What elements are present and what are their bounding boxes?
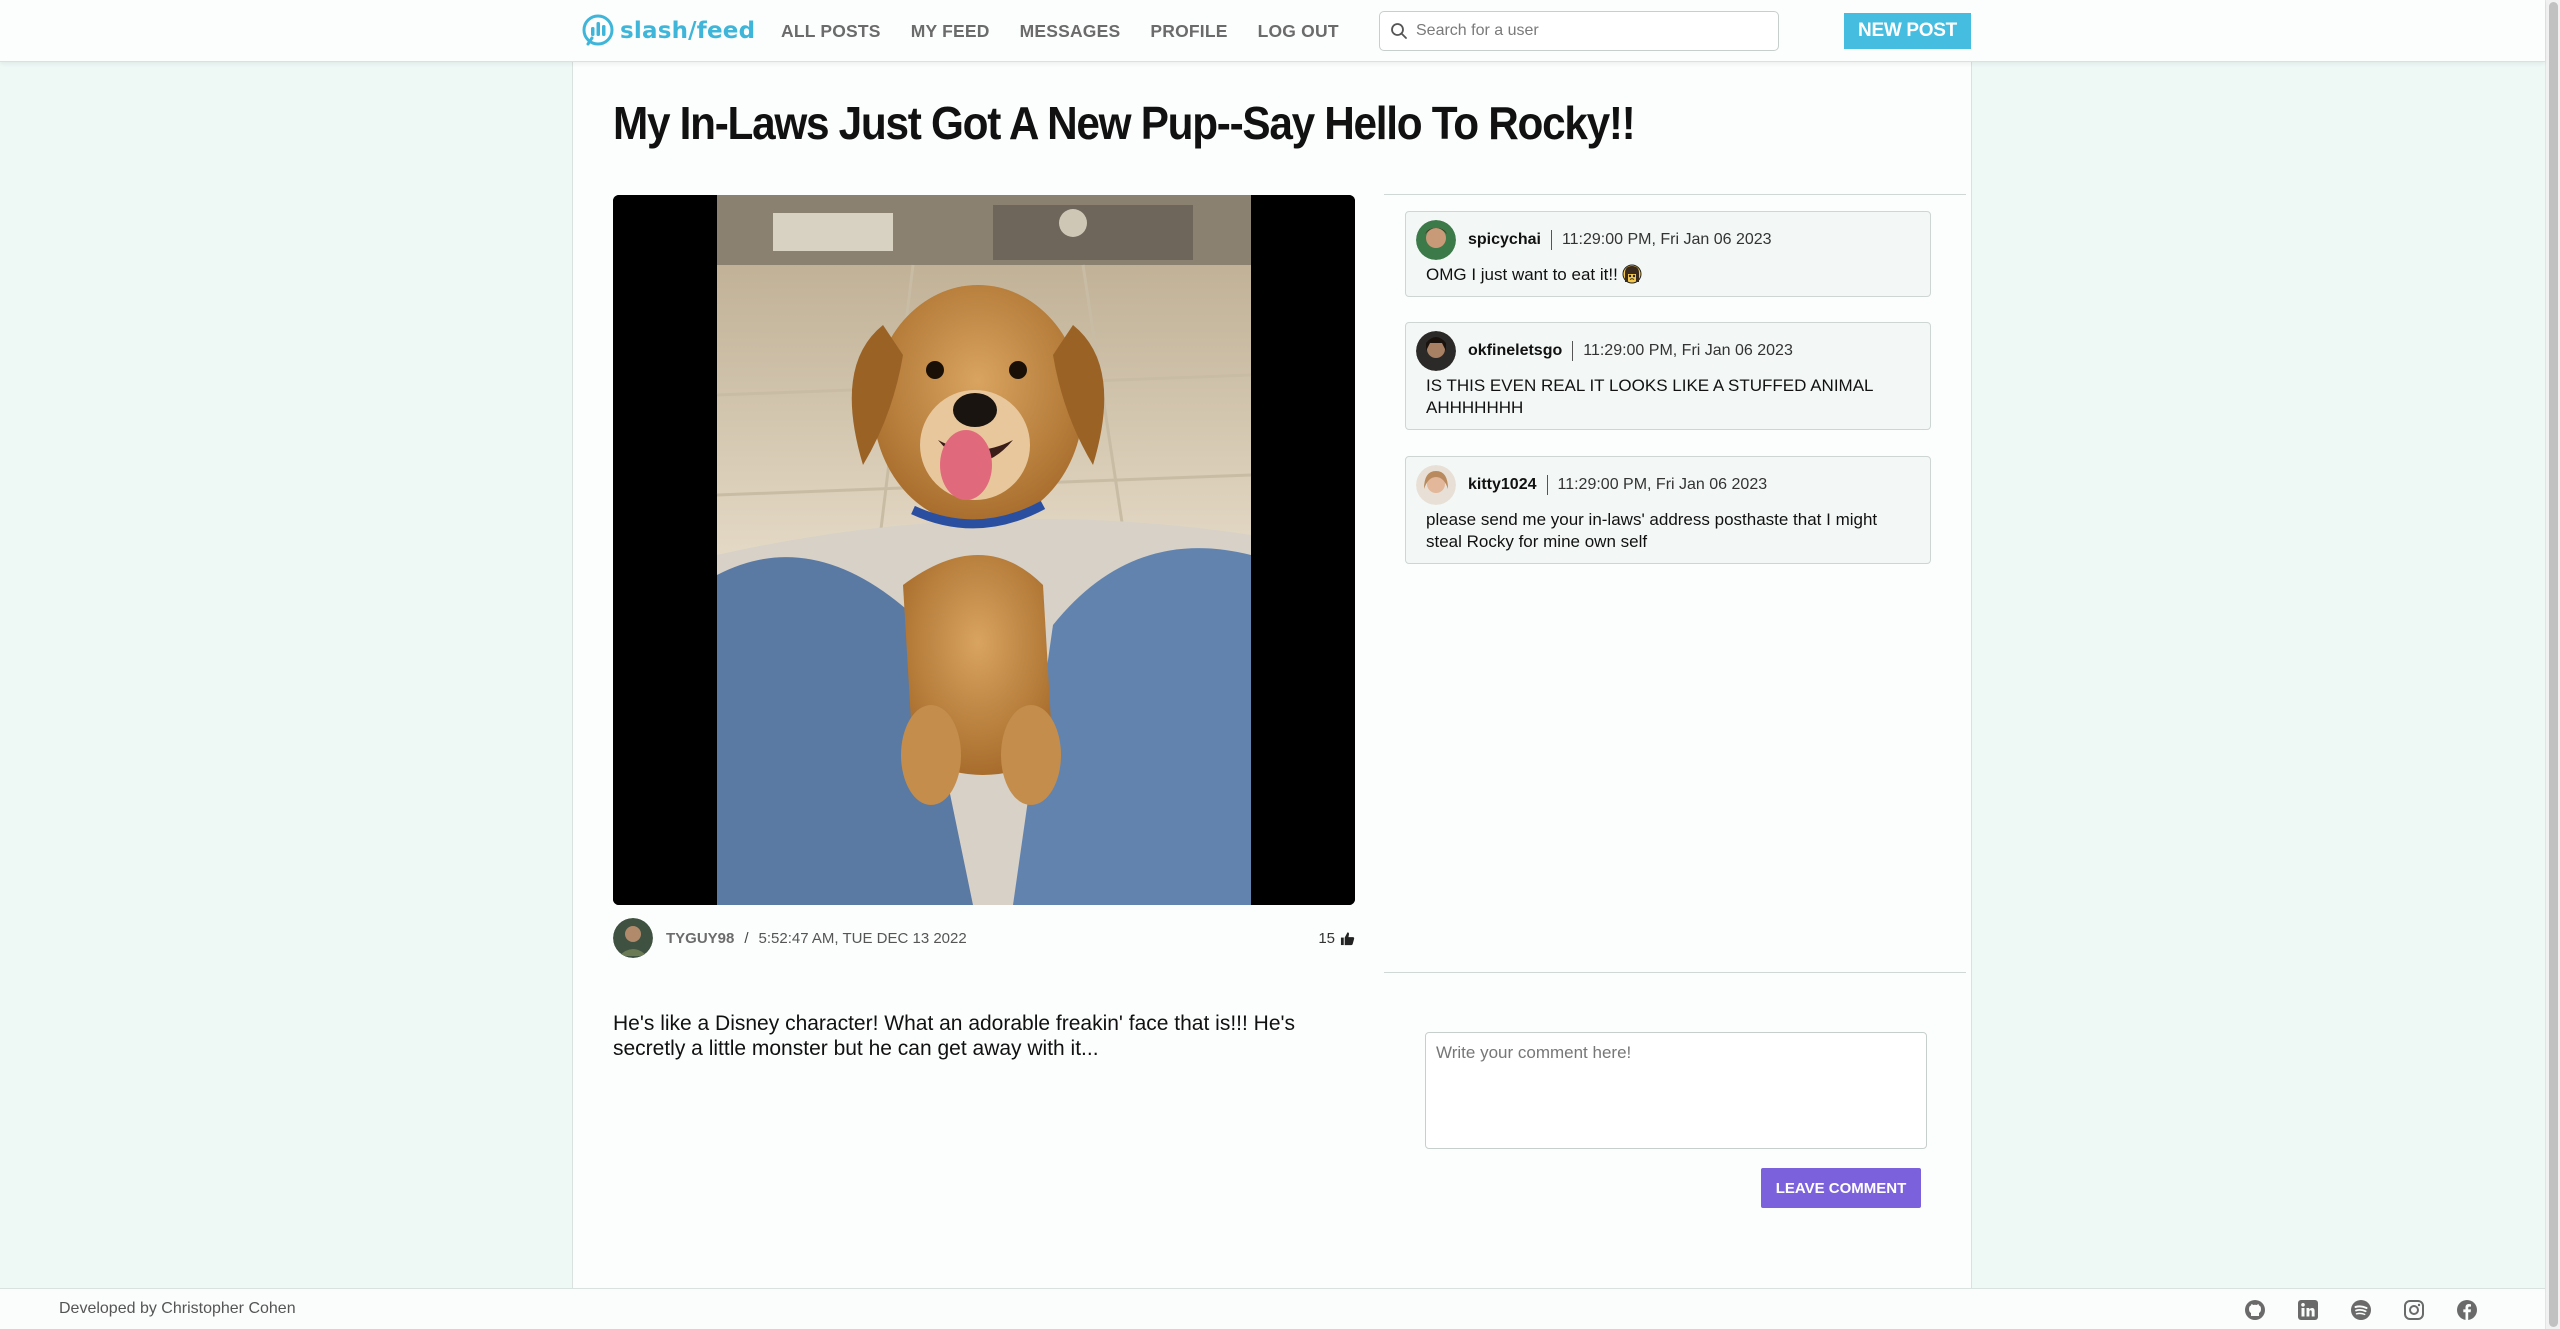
commenter-avatar[interactable] — [1416, 331, 1456, 371]
meta-separator: / — [744, 929, 749, 947]
post-meta: TYGUY98 / 5:52:47 AM, TUE DEC 13 2022 15 — [613, 918, 1355, 958]
instagram-icon[interactable] — [2403, 1299, 2425, 1321]
comment-card: kitty1024 11:29:00 PM, Fri Jan 06 2023 p… — [1405, 456, 1931, 564]
comment-header: spicychai 11:29:00 PM, Fri Jan 06 2023 — [1416, 220, 1910, 260]
nav-link-log-out[interactable]: LOG OUT — [1258, 21, 1339, 42]
comment-text: OMG I just want to eat it!! — [1426, 264, 1910, 286]
like-count: 15 — [1318, 929, 1335, 947]
comment-card: okfineletsgo 11:29:00 PM, Fri Jan 06 202… — [1405, 322, 1931, 430]
post-photo — [613, 195, 1355, 905]
pleading-face-icon — [1622, 264, 1642, 284]
logo-link[interactable]: slash/feed — [580, 12, 755, 50]
nav-link-profile[interactable]: PROFILE — [1150, 21, 1227, 42]
new-post-button[interactable]: NEW POST — [1844, 13, 1971, 49]
comment-text: IS THIS EVEN REAL IT LOOKS LIKE A STUFFE… — [1426, 376, 1873, 417]
dog-photo-image — [613, 195, 1355, 905]
nav-link-my-feed[interactable]: MY FEED — [911, 21, 990, 42]
leave-comment-button[interactable]: LEAVE COMMENT — [1761, 1168, 1921, 1208]
author-avatar[interactable] — [613, 918, 653, 958]
comments-bottom-divider — [1384, 972, 1966, 973]
spotify-icon[interactable] — [2350, 1299, 2372, 1321]
top-navbar: slash/feed ALL POSTS MY FEED MESSAGES PR… — [0, 0, 2545, 62]
footer: Developed by Christopher Cohen — [0, 1288, 2545, 1329]
comment-textarea[interactable] — [1425, 1032, 1927, 1149]
comment-separator — [1550, 230, 1552, 250]
logo-text: slash/feed — [620, 18, 756, 44]
comment-card: spicychai 11:29:00 PM, Fri Jan 06 2023 O… — [1405, 211, 1931, 297]
comments-top-divider — [1384, 194, 1966, 195]
comment-time: 11:29:00 PM, Fri Jan 06 2023 — [1561, 231, 1772, 248]
post-title: My In-Laws Just Got A New Pup--Say Hello… — [613, 97, 1636, 149]
user-search-box — [1379, 11, 1779, 51]
post-date: 5:52:47 AM, TUE DEC 13 2022 — [758, 929, 967, 947]
thumbs-up-icon — [1340, 931, 1355, 945]
comment-time: 11:29:00 PM, Fri Jan 06 2023 — [1583, 342, 1793, 359]
footer-credit: Developed by Christopher Cohen — [59, 1300, 296, 1317]
github-icon[interactable] — [2244, 1299, 2266, 1321]
post-body: He's like a Disney character! What an ad… — [613, 1012, 1296, 1060]
comment-header: kitty1024 11:29:00 PM, Fri Jan 06 2023 — [1416, 465, 1910, 505]
comment-separator — [1546, 475, 1548, 495]
facebook-icon[interactable] — [2456, 1299, 2478, 1321]
post-page: My In-Laws Just Got A New Pup--Say Hello… — [572, 62, 1972, 1288]
user-search-input[interactable] — [1416, 22, 1756, 40]
nav-links: ALL POSTS MY FEED MESSAGES PROFILE LOG O… — [781, 0, 1369, 62]
comment-text-content: OMG I just want to eat it!! — [1426, 265, 1618, 284]
like-button[interactable]: 15 — [1318, 930, 1355, 947]
social-links — [2244, 1299, 2478, 1321]
commenter-username[interactable]: spicychai — [1468, 231, 1541, 249]
linkedin-icon[interactable] — [2297, 1299, 2319, 1321]
commenter-avatar[interactable] — [1416, 465, 1456, 505]
logo-icon — [582, 14, 614, 46]
commenter-avatar[interactable] — [1416, 220, 1456, 260]
commenter-username[interactable]: okfineletsgo — [1468, 342, 1562, 360]
comment-header: okfineletsgo 11:29:00 PM, Fri Jan 06 202… — [1416, 331, 1910, 371]
comment-text: please send me your in-laws' address pos… — [1426, 510, 1878, 551]
search-icon — [1391, 23, 1407, 39]
scrollbar-thumb[interactable] — [2549, 2, 2558, 1327]
nav-link-messages[interactable]: MESSAGES — [1020, 21, 1121, 42]
page-scrollbar[interactable] — [2545, 0, 2560, 1329]
comment-time: 11:29:00 PM, Fri Jan 06 2023 — [1557, 476, 1768, 493]
commenter-username[interactable]: kitty1024 — [1468, 476, 1537, 494]
nav-link-all-posts[interactable]: ALL POSTS — [781, 21, 881, 42]
post-author[interactable]: TYGUY98 — [666, 930, 734, 947]
comment-separator — [1572, 341, 1574, 361]
